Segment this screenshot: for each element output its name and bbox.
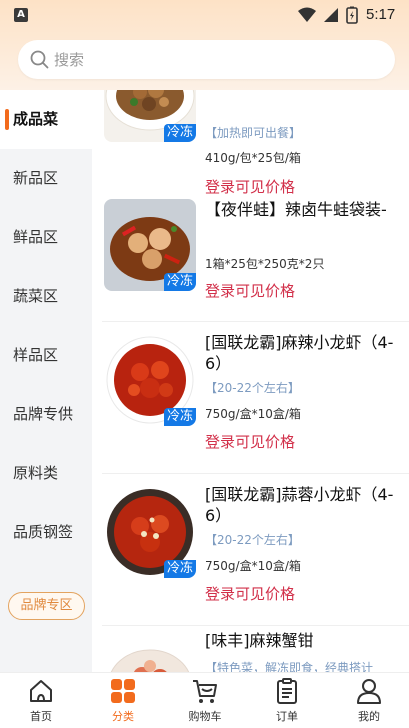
product-spec: 750g/盒*10盒/箱 (205, 407, 301, 421)
product-tag: 【特色菜，解冻即食，经典搭计 (205, 661, 374, 672)
search-placeholder: 搜索 (54, 51, 85, 69)
sidebar-item-vegetables[interactable]: 蔬菜区 (0, 267, 92, 326)
product-spec: 1箱*25包*250克*2只 (205, 257, 325, 271)
product-image: 冷冻 (104, 199, 196, 291)
product-card[interactable]: 冷冻 【夜伴蛙】辣卤牛蛙袋装- 1箱*25包*250克*2只 登录可见价格 (92, 177, 409, 322)
product-card[interactable]: 冷冻 [国联龙霸]麻辣小龙虾（4-6） 【20-22个左右】 750g/盒*10… (92, 322, 409, 474)
sidebar-item-raw-materials[interactable]: 原料类 (0, 444, 92, 503)
sidebar-item-label: 新品区 (13, 169, 59, 187)
cart-icon (193, 680, 217, 703)
nav-label: 分类 (112, 710, 134, 723)
nav-category[interactable]: 分类 (82, 673, 164, 728)
order-icon (277, 678, 297, 704)
nav-label: 首页 (30, 710, 52, 723)
frozen-badge: 冷冻 (163, 273, 196, 291)
nav-label: 购物车 (188, 710, 222, 723)
frozen-badge: 冷冻 (163, 408, 196, 426)
sidebar-item-label: 蔬菜区 (13, 287, 59, 305)
app-notification-icon: A (14, 8, 28, 22)
product-list: 冷冻 【加热即可出餐】 410g/包*25包/箱 登录可见价格 冷冻 【夜伴蛙】… (92, 90, 409, 672)
signal-icon (324, 8, 338, 22)
product-image: 冷冻 (104, 486, 196, 578)
product-tag: 【20-22个左右】 (205, 381, 300, 395)
nav-label: 我的 (358, 710, 380, 723)
nav-home[interactable]: 首页 (0, 673, 82, 728)
product-card[interactable]: 冷冻 [国联龙霸]蒜蓉小龙虾（4-6） 【20-22个左右】 750g/盒*10… (92, 474, 409, 626)
sidebar-item-label: 鲜品区 (13, 228, 59, 246)
nav-label: 订单 (276, 710, 298, 723)
sidebar-item-finished-dishes[interactable]: 成品菜 (0, 90, 92, 149)
category-sidebar: 成品菜 新品区 鲜品区 蔬菜区 样品区 品牌专供 原料类 品质钢签 品牌专区 (0, 90, 92, 672)
sidebar-item-samples[interactable]: 样品区 (0, 326, 92, 385)
frozen-badge: 冷冻 (163, 560, 196, 578)
product-spec: 410g/包*25包/箱 (205, 151, 301, 165)
status-bar: A 5:17 (0, 0, 409, 30)
product-title: [国联龙霸]蒜蓉小龙虾（4-6） (205, 485, 394, 525)
home-icon (30, 680, 52, 702)
nav-profile[interactable]: 我的 (328, 673, 409, 728)
product-card[interactable]: [味丰]麻辣蟹钳 【特色菜，解冻即食，经典搭计 (92, 626, 409, 672)
sidebar-item-label: 原料类 (13, 464, 59, 482)
bottom-navigation: 首页 分类 购物车 订单 我的 (0, 672, 409, 728)
brand-zone-button[interactable]: 品牌专区 (8, 592, 85, 620)
profile-icon (357, 679, 381, 704)
product-spec: 750g/盒*10盒/箱 (205, 559, 301, 573)
product-card[interactable]: 冷冻 【加热即可出餐】 410g/包*25包/箱 登录可见价格 (92, 90, 409, 196)
battery-icon (346, 6, 358, 24)
product-image: 冷冻 (104, 334, 196, 426)
product-image (104, 636, 196, 672)
frozen-badge: 冷冻 (163, 124, 196, 142)
product-image: 冷冻 (104, 90, 196, 142)
product-title: [国联龙霸]麻辣小龙虾（4-6） (205, 333, 394, 373)
sidebar-item-brand-exclusive[interactable]: 品牌专供 (0, 385, 92, 444)
dish-image (104, 636, 196, 672)
sidebar-item-label: 品牌专供 (13, 405, 74, 423)
sidebar-item-label: 成品菜 (13, 110, 59, 128)
product-tag: 【20-22个左右】 (205, 533, 300, 547)
product-title: 【夜伴蛙】辣卤牛蛙袋装- (205, 200, 387, 219)
search-input[interactable]: 搜索 (18, 40, 395, 79)
product-price: 登录可见价格 (205, 585, 296, 603)
product-price: 登录可见价格 (205, 433, 296, 451)
category-icon (111, 679, 135, 703)
product-price: 登录可见价格 (205, 282, 296, 300)
sidebar-item-fresh-products[interactable]: 鲜品区 (0, 208, 92, 267)
sidebar-item-quality-skewers[interactable]: 品质钢签 (0, 503, 92, 562)
sidebar-item-label: 样品区 (13, 346, 59, 364)
product-title: [味丰]麻辣蟹钳 (205, 631, 314, 650)
sidebar-item-new-products[interactable]: 新品区 (0, 149, 92, 208)
status-time: 5:17 (366, 6, 396, 23)
wifi-icon (298, 7, 316, 22)
nav-orders[interactable]: 订单 (246, 673, 328, 728)
active-indicator (5, 109, 9, 130)
sidebar-item-label: 品质钢签 (13, 523, 74, 541)
product-tag: 【加热即可出餐】 (205, 126, 302, 140)
search-icon (30, 50, 49, 69)
nav-cart[interactable]: 购物车 (164, 673, 246, 728)
